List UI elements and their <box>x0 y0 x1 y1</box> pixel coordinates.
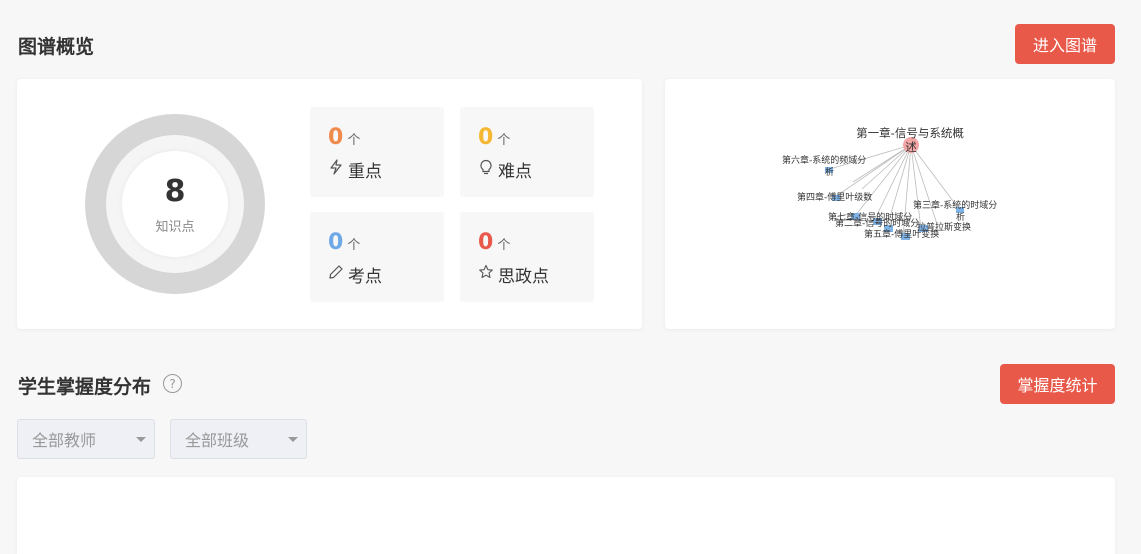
stat-value: 0 <box>328 125 344 150</box>
overview-title: 图谱概览 <box>18 36 95 58</box>
stat-label: 考点 <box>348 267 382 287</box>
stat-value: 0 <box>328 230 344 255</box>
stat-key-points: 0 个 重点 <box>310 107 444 197</box>
bulb-icon <box>478 159 498 180</box>
graph-node-label: 第三章-系统的时域分 <box>913 199 997 211</box>
stat-label: 重点 <box>348 162 382 182</box>
class-select[interactable]: 全部班级 <box>170 419 307 459</box>
graph-node-label: 第六章-系统的频域分 <box>782 154 866 166</box>
stat-label: 思政点 <box>498 267 549 287</box>
stat-unit: 个 <box>347 238 361 253</box>
stat-unit: 个 <box>347 133 361 148</box>
knowledge-graph-card[interactable]: 第一章-信号与系统概 述 第六章-系统的频域分 析 第四章-傅里叶级数 第三章-… <box>665 79 1115 329</box>
graph-center-label: 第一章-信号与系统概 <box>856 126 964 140</box>
stat-label: 难点 <box>498 162 532 182</box>
graph-node-label: 第四章-傅里叶级数 <box>797 191 872 203</box>
mastery-stats-button[interactable]: 掌握度统计 <box>1000 364 1115 404</box>
mastery-title: 学生掌握度分布 <box>18 376 152 398</box>
total-knowledge-label: 知识点 <box>155 219 195 235</box>
knowledge-graph[interactable]: 第一章-信号与系统概 述 第六章-系统的频域分 析 第四章-傅里叶级数 第三章-… <box>665 79 1115 329</box>
graph-node-label: 析 <box>956 211 965 223</box>
stat-unit: 个 <box>497 133 511 148</box>
class-select-value: 全部班级 <box>185 431 250 450</box>
stat-difficult-points: 0 个 难点 <box>460 107 594 197</box>
chevron-down-icon <box>288 437 298 442</box>
stat-unit: 个 <box>497 238 511 253</box>
overview-stats-card: 8 知识点 0 个 重点 0 个 难点 0 个 考点 0 个 思政点 <box>17 79 642 329</box>
knowledge-ring-chart: 8 知识点 <box>85 114 265 294</box>
star-icon <box>478 264 498 285</box>
stat-ideological-points: 0 个 思政点 <box>460 212 594 302</box>
graph-center-label-line2: 述 <box>905 140 917 154</box>
enter-graph-button[interactable]: 进入图谱 <box>1015 24 1115 64</box>
teacher-select[interactable]: 全部教师 <box>17 419 155 459</box>
chevron-down-icon <box>136 437 146 442</box>
graph-node-label: 析 <box>825 166 834 178</box>
stat-exam-points: 0 个 考点 <box>310 212 444 302</box>
graph-node-label: 第二章-信号的时域分 <box>835 217 919 229</box>
stat-value: 0 <box>478 230 494 255</box>
stat-value: 0 <box>478 125 494 150</box>
pencil-icon <box>328 264 348 285</box>
teacher-select-value: 全部教师 <box>32 431 97 450</box>
question-circle-icon[interactable]: ? <box>163 374 182 393</box>
total-knowledge-count: 8 <box>164 173 186 209</box>
mastery-chart-panel <box>17 477 1115 554</box>
graph-node-label: 拉普拉斯变换 <box>917 221 971 233</box>
lightning-icon <box>328 159 348 180</box>
